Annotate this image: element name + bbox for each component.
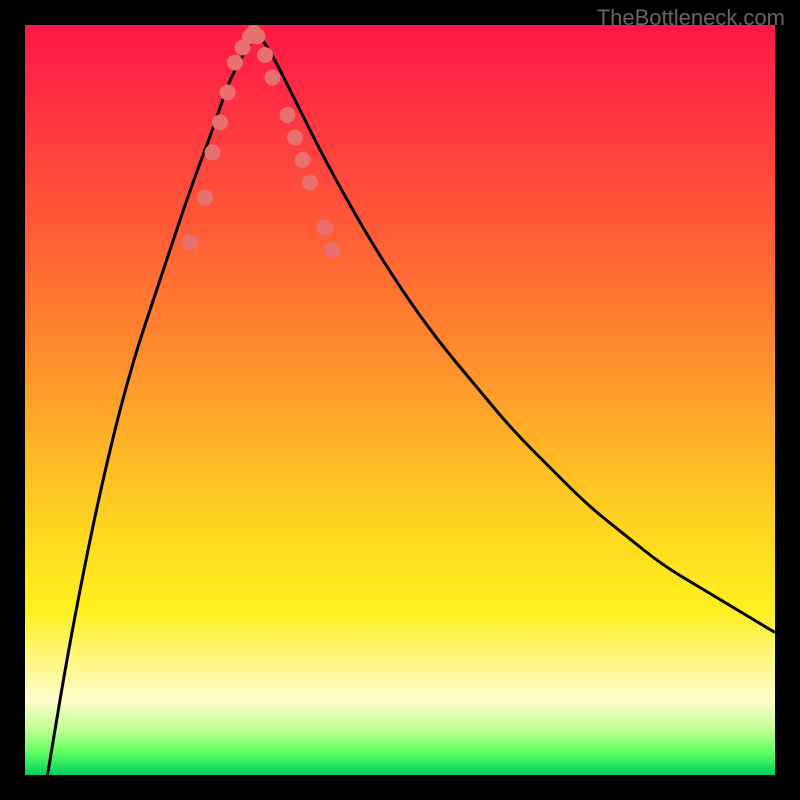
data-marker <box>302 175 318 191</box>
data-marker <box>220 85 236 101</box>
data-marker <box>182 235 198 251</box>
curve-line <box>48 38 776 775</box>
data-marker <box>317 220 333 236</box>
chart-area <box>25 25 775 775</box>
data-marker <box>250 28 266 44</box>
data-marker <box>205 145 221 161</box>
data-marker <box>280 107 296 123</box>
data-marker <box>287 130 303 146</box>
data-marker <box>227 55 243 71</box>
bottleneck-curve-svg <box>25 25 775 775</box>
data-marker <box>197 190 213 206</box>
watermark-text: TheBottleneck.com <box>597 5 785 31</box>
data-marker <box>212 115 228 131</box>
data-marker <box>325 242 341 258</box>
data-marker <box>295 152 311 168</box>
data-marker <box>257 47 273 63</box>
data-marker <box>265 70 281 86</box>
